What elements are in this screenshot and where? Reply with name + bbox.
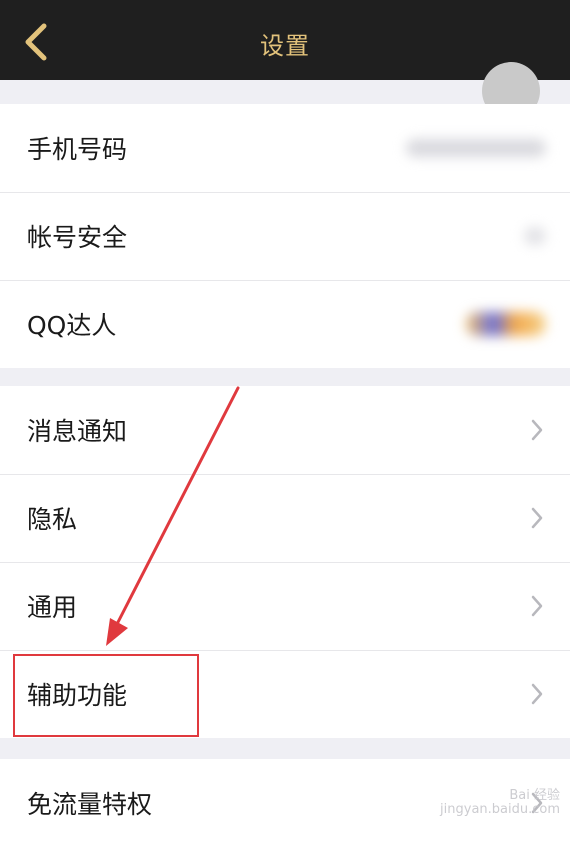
watermark-line2: jingyan.baidu.com: [440, 802, 560, 817]
watermark: Bai 经验 jingyan.baidu.com: [440, 789, 560, 817]
watermark-line1: Bai 经验: [509, 788, 560, 803]
annotation-arrow-icon: [106, 386, 240, 646]
